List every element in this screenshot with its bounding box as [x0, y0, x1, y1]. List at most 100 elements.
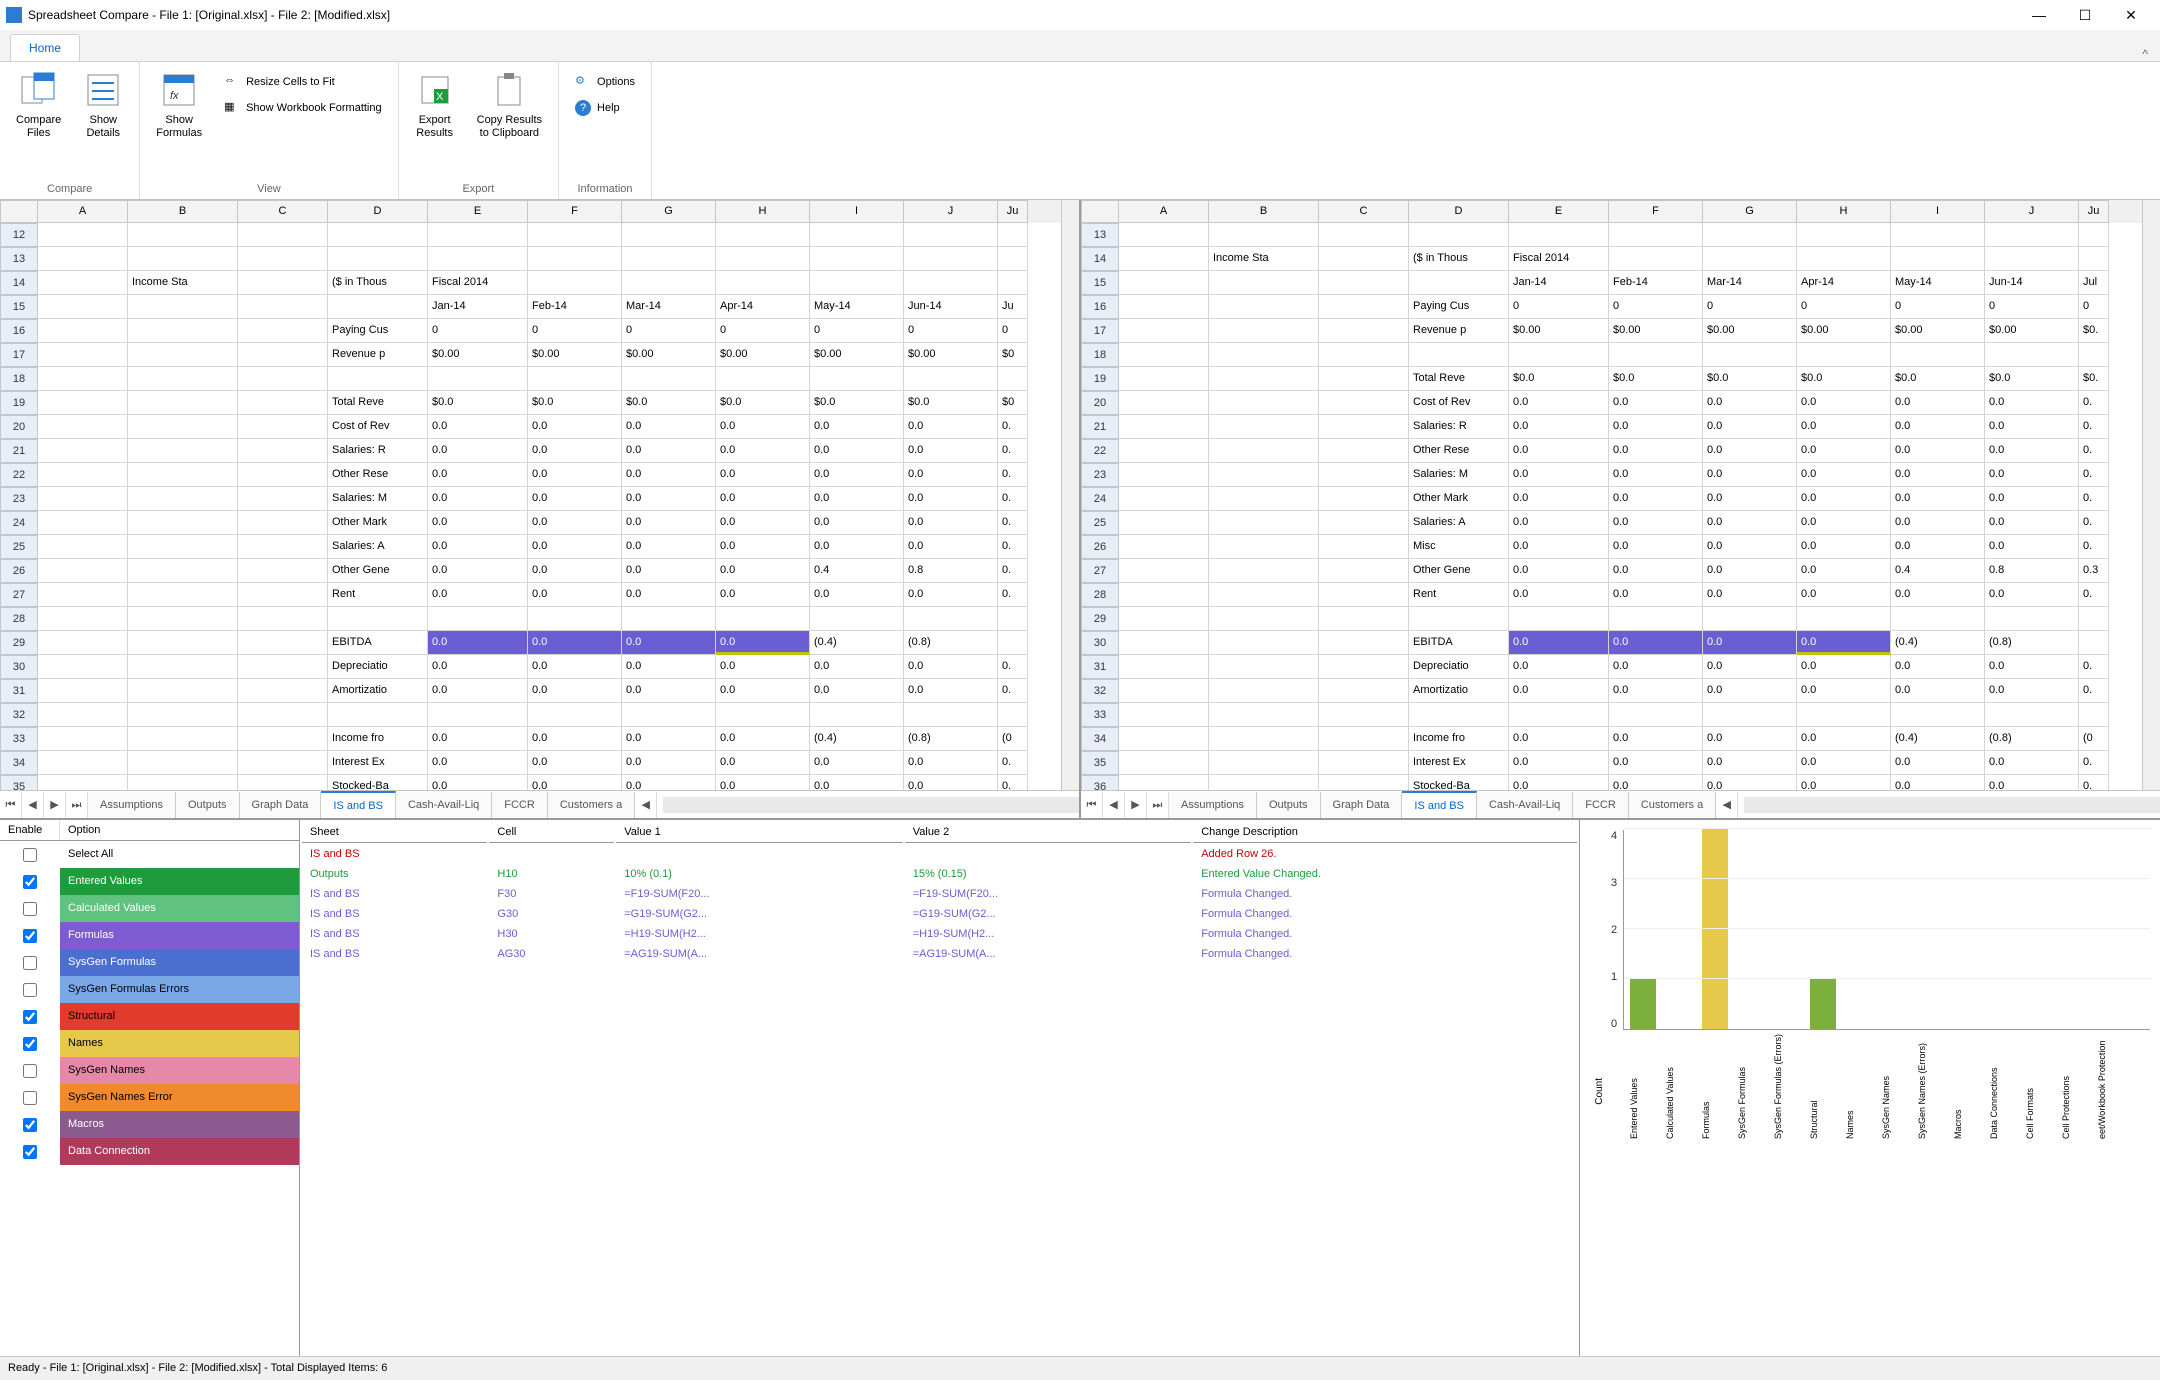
option-checkbox[interactable] — [23, 1037, 37, 1051]
right-grid[interactable]: ABCDEFGHIJJu1314Income Sta($ in ThousFis… — [1081, 200, 2160, 790]
chart-bar — [1702, 829, 1728, 1029]
option-label[interactable]: Macros — [60, 1111, 299, 1138]
export-results-button[interactable]: X Export Results — [411, 68, 459, 142]
sheet-tab[interactable]: Cash-Avail-Liq — [1477, 792, 1573, 818]
sheet-nav-button[interactable]: ▶ — [44, 792, 66, 818]
sheet-tab[interactable]: Customers a — [548, 792, 635, 818]
show-formulas-button[interactable]: fx Show Formulas — [152, 68, 206, 142]
tab-home[interactable]: Home — [10, 34, 80, 61]
option-label[interactable]: SysGen Formulas — [60, 949, 299, 976]
diff-row[interactable]: IS and BSAG30=AG19-SUM(A...=AG19-SUM(A..… — [302, 945, 1577, 963]
left-grid[interactable]: ABCDEFGHIJJu121314Income Sta($ in ThousF… — [0, 200, 1079, 790]
app-icon — [6, 7, 22, 23]
sheet-tab[interactable]: Outputs — [1257, 792, 1321, 818]
options-list[interactable]: Select AllEntered ValuesCalculated Value… — [0, 841, 299, 1356]
option-label[interactable]: Structural — [60, 1003, 299, 1030]
vertical-scrollbar[interactable] — [1061, 200, 1079, 790]
option-checkbox[interactable] — [23, 929, 37, 943]
option-checkbox[interactable] — [23, 875, 37, 889]
minimize-button[interactable]: ― — [2016, 0, 2062, 30]
option-label[interactable]: Calculated Values — [60, 895, 299, 922]
sheet-nav-button[interactable]: ⏮ — [1081, 792, 1103, 818]
sheet-tab[interactable]: IS and BS — [1402, 791, 1477, 819]
options-header: Enable Option — [0, 820, 299, 841]
chart-xlabel: SysGen Names (Errors) — [1917, 1034, 1943, 1139]
gear-icon: ⚙ — [575, 74, 591, 90]
sheet-tab[interactable]: Cash-Avail-Liq — [396, 792, 492, 818]
chart-bar — [1810, 979, 1836, 1029]
chart-bars — [1623, 830, 2150, 1030]
diff-row[interactable]: IS and BSG30=G19-SUM(G2...=G19-SUM(G2...… — [302, 905, 1577, 923]
options-panel: Enable Option Select AllEntered ValuesCa… — [0, 820, 300, 1356]
option-label[interactable]: Names — [60, 1030, 299, 1057]
option-label[interactable]: Select All — [60, 841, 299, 868]
compare-files-button[interactable]: Compare Files — [12, 68, 65, 142]
diff-row[interactable]: IS and BSH30=H19-SUM(H2...=H19-SUM(H2...… — [302, 925, 1577, 943]
sheet-nav-button[interactable]: ⏮ — [0, 792, 22, 818]
chart-yaxis: 43210 — [1611, 830, 1623, 1030]
ribbon-tabstrip: Home ^ — [0, 30, 2160, 62]
horizontal-scrollbar[interactable] — [1744, 797, 2160, 813]
option-checkbox[interactable] — [23, 1118, 37, 1132]
sheet-tab[interactable]: Outputs — [176, 792, 240, 818]
option-label[interactable]: Entered Values — [60, 868, 299, 895]
options-button[interactable]: ⚙Options — [571, 72, 639, 92]
vertical-scrollbar[interactable] — [2142, 200, 2160, 790]
workbook-formatting-button[interactable]: ▦Show Workbook Formatting — [220, 98, 386, 118]
option-checkbox[interactable] — [23, 1145, 37, 1159]
option-checkbox[interactable] — [23, 983, 37, 997]
chart-xlabel: Macros — [1953, 1034, 1979, 1139]
bottom-area: Enable Option Select AllEntered ValuesCa… — [0, 820, 2160, 1356]
option-checkbox[interactable] — [23, 956, 37, 970]
chart-xlabel: Calculated Values — [1665, 1034, 1691, 1139]
chart-xlabel: SysGen Formulas — [1737, 1034, 1763, 1139]
show-details-icon — [83, 70, 123, 110]
export-results-icon: X — [415, 70, 455, 110]
help-icon: ? — [575, 100, 591, 116]
chart-panel: Count 43210 Entered ValuesCalculated Val… — [1580, 820, 2160, 1356]
chart-xlabel: Formulas — [1701, 1034, 1727, 1139]
sheet-nav-button[interactable]: ◀ — [1103, 792, 1125, 818]
copy-clipboard-button[interactable]: Copy Results to Clipboard — [473, 68, 546, 142]
option-label[interactable]: SysGen Names — [60, 1057, 299, 1084]
option-checkbox[interactable] — [23, 1091, 37, 1105]
ribbon-collapse-icon[interactable]: ^ — [2142, 47, 2148, 61]
diff-table[interactable]: SheetCellValue 1Value 2Change Descriptio… — [300, 820, 1579, 965]
left-pane: ABCDEFGHIJJu121314Income Sta($ in ThousF… — [0, 200, 1081, 818]
option-checkbox[interactable] — [23, 902, 37, 916]
horizontal-scrollbar[interactable] — [663, 797, 1079, 813]
sheet-tab[interactable]: FCCR — [1573, 792, 1629, 818]
option-label[interactable]: SysGen Formulas Errors — [60, 976, 299, 1003]
sheet-nav-button[interactable]: ◀ — [22, 792, 44, 818]
maximize-button[interactable]: ☐ — [2062, 0, 2108, 30]
sheet-tab[interactable]: Assumptions — [88, 792, 176, 818]
option-checkbox[interactable] — [23, 1010, 37, 1024]
svg-text:fx: fx — [170, 90, 179, 102]
option-label[interactable]: Formulas — [60, 922, 299, 949]
option-label[interactable]: SysGen Names Error — [60, 1084, 299, 1111]
help-button[interactable]: ?Help — [571, 98, 639, 118]
option-checkbox[interactable] — [23, 1064, 37, 1078]
close-button[interactable]: ✕ — [2108, 0, 2154, 30]
sheet-tab[interactable]: Customers a — [1629, 792, 1716, 818]
sheet-tab[interactable]: FCCR — [492, 792, 548, 818]
sheet-tab[interactable]: IS and BS — [321, 791, 396, 819]
sheet-tab[interactable]: Graph Data — [240, 792, 322, 818]
status-bar: Ready - File 1: [Original.xlsx] - File 2… — [0, 1356, 2160, 1380]
sheet-nav-button[interactable]: ⏭ — [66, 792, 88, 818]
chart-xlabel: Data Connections — [1989, 1034, 2015, 1139]
sheet-nav-button[interactable]: ⏭ — [1147, 792, 1169, 818]
diff-row[interactable]: IS and BSF30=F19-SUM(F20...=F19-SUM(F20.… — [302, 885, 1577, 903]
sheet-tab[interactable]: Graph Data — [1321, 792, 1403, 818]
chart-bar — [1630, 979, 1656, 1029]
options-enable-header: Enable — [0, 820, 60, 840]
sheet-nav-button[interactable]: ▶ — [1125, 792, 1147, 818]
diff-row[interactable]: OutputsH1010% (0.1)15% (0.15)Entered Val… — [302, 865, 1577, 883]
option-label[interactable]: Data Connection — [60, 1138, 299, 1165]
show-details-button[interactable]: Show Details — [79, 68, 127, 142]
option-checkbox[interactable] — [23, 848, 37, 862]
resize-cells-button[interactable]: ⇔Resize Cells to Fit — [220, 72, 386, 92]
right-pane: ABCDEFGHIJJu1314Income Sta($ in ThousFis… — [1081, 200, 2160, 818]
diff-row[interactable]: IS and BSAdded Row 26. — [302, 845, 1577, 863]
sheet-tab[interactable]: Assumptions — [1169, 792, 1257, 818]
